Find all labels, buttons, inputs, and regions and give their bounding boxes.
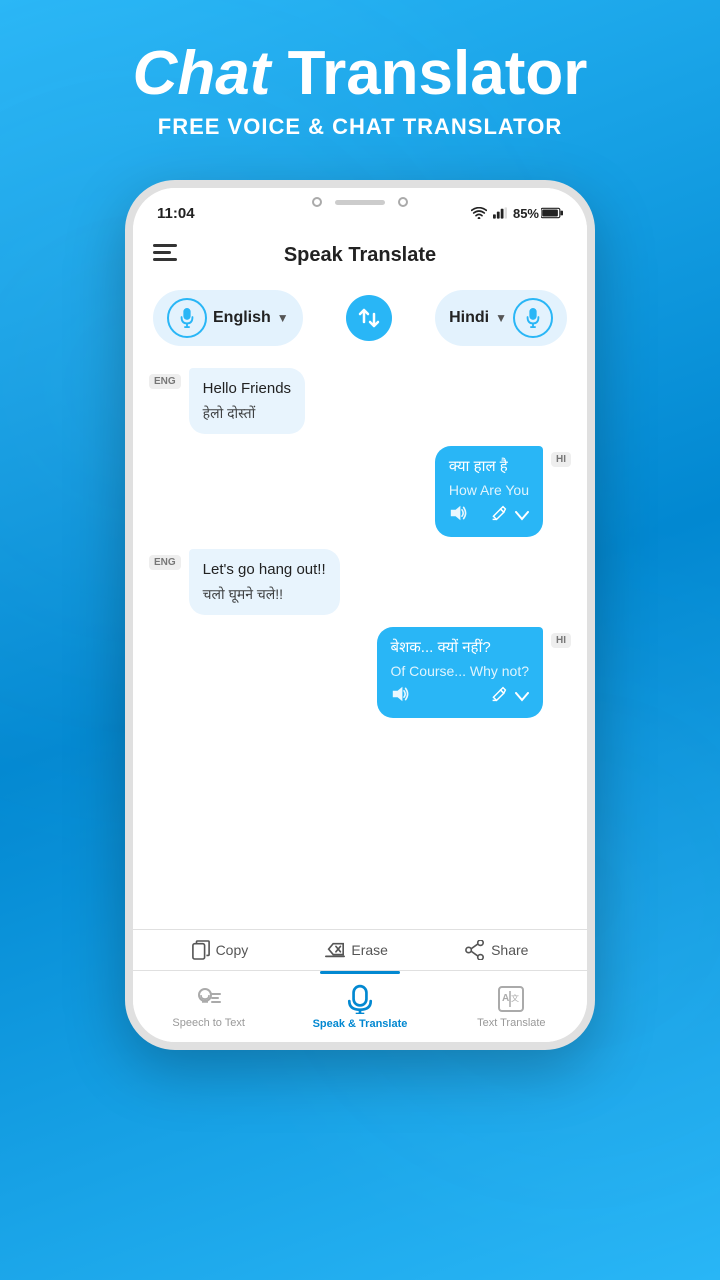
message-bubble-4: बेशक... क्यों नहीं? Of Course... Why not… [377,627,544,719]
nav-item-speak-translate[interactable]: Speak & Translate [284,971,435,1042]
signal-icon [493,207,507,219]
edit-icon-2[interactable] [491,505,507,527]
message-bubble-2: क्या हाल है How Are You [435,446,543,538]
target-language-label: Hindi [449,309,489,327]
notch-line [335,200,385,205]
target-language-button[interactable]: Hindi ▼ [435,290,567,346]
message-original-1: Hello Friends [203,378,291,401]
message-original-4: बेशक... क्यों नहीं? [391,637,530,660]
svg-text:文: 文 [511,993,519,1003]
source-mic-icon [167,298,207,338]
edit-icon-4[interactable] [491,686,507,708]
status-time: 11:04 [157,205,195,222]
source-language-button[interactable]: English ▼ [153,290,303,346]
swap-languages-button[interactable] [346,295,392,341]
status-icons: 85% [471,206,563,221]
dropdown-icon-4[interactable] [515,687,529,708]
dropdown-icon-2[interactable] [515,506,529,527]
lang-tag-hi-1: HI [551,452,571,467]
message-bubble-1: Hello Friends हेलो दोस्तों [189,368,305,434]
message-translation-1: हेलो दोस्तों [203,403,291,424]
table-row: HI बेशक... क्यों नहीं? Of Course... Why … [149,627,571,719]
nav-label-text-translate: Text Translate [477,1017,545,1029]
source-language-label: English [213,309,271,327]
bubble-actions-4 [391,686,530,708]
target-mic-icon[interactable] [513,298,553,338]
speaker-icon-4[interactable] [391,686,409,708]
language-selector: English ▼ Hindi ▼ [133,278,587,358]
target-language-dropdown-icon: ▼ [495,311,507,325]
header-title: Chat Translator [20,40,700,108]
status-bar: 11:04 [133,188,587,232]
svg-text:A: A [502,993,509,1004]
message-bubble-3: Let's go hang out!! चलो घूमने चले!! [189,549,340,615]
chat-area: ENG Hello Friends हेलो दोस्तों HI क्या ह… [133,358,587,929]
phone-notch [290,188,430,216]
copy-label: Copy [216,942,249,958]
message-translation-4: Of Course... Why not? [391,661,530,682]
notch-camera-2 [398,197,408,207]
app-title: Speak Translate [284,244,436,267]
erase-label: Erase [351,942,388,958]
erase-button[interactable]: Erase [325,941,388,959]
phone-frame: 11:04 [125,180,595,1050]
app-bar: Speak Translate [133,232,587,278]
nav-item-speech-to-text[interactable]: Speech to Text [133,971,284,1042]
speaker-icon-2[interactable] [449,505,467,527]
text-translate-icon: A 文 [497,985,525,1013]
lang-tag-eng-1: ENG [149,374,181,389]
phone-mockup: 11:04 [0,180,720,1050]
table-row: HI क्या हाल है How Are You [149,446,571,538]
lang-tag-eng-2: ENG [149,555,181,570]
wifi-icon [471,207,487,219]
notch-camera [312,197,322,207]
table-row: ENG Let's go hang out!! चलो घूमने चले!! [149,549,571,615]
speak-translate-icon [345,984,375,1014]
speech-to-text-icon [195,985,223,1013]
table-row: ENG Hello Friends हेलो दोस्तों [149,368,571,434]
bubble-actions-2 [449,505,529,527]
bottom-action-bar: Copy Erase [133,929,587,970]
message-original-3: Let's go hang out!! [203,559,326,582]
message-translation-2: How Are You [449,480,529,501]
nav-item-text-translate[interactable]: A 文 Text Translate [436,971,587,1042]
app-content: Speak Translate English ▼ [133,232,587,1042]
nav-label-speak-translate: Speak & Translate [313,1018,408,1030]
app-header: Chat Translator FREE VOICE & CHAT TRANSL… [0,0,720,160]
source-language-dropdown-icon: ▼ [277,311,289,325]
nav-label-speech-to-text: Speech to Text [172,1017,245,1029]
share-label: Share [491,942,528,958]
menu-icon[interactable] [153,242,177,268]
message-translation-3: चलो घूमने चले!! [203,584,326,605]
share-button[interactable]: Share [465,940,528,960]
battery-icon: 85% [513,206,563,221]
lang-tag-hi-2: HI [551,633,571,648]
bottom-nav: Speech to Text Speak & Translate [133,970,587,1042]
active-tab-indicator [320,971,400,974]
message-original-2: क्या हाल है [449,456,529,479]
copy-button[interactable]: Copy [192,940,249,960]
header-subtitle: FREE VOICE & CHAT TRANSLATOR [20,114,700,140]
